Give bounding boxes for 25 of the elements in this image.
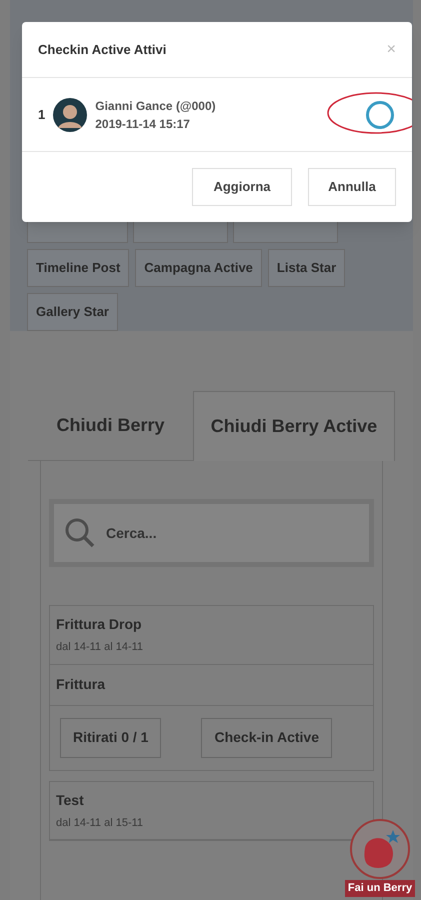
search-field[interactable]: Cerca... [106, 522, 306, 544]
tab[interactable]: Chiudi Berry Active [193, 391, 395, 461]
menu-button[interactable]: Lista Star [268, 249, 346, 287]
fab-button[interactable]: Fai un Berry [346, 818, 414, 896]
dialog-button[interactable]: Annulla [308, 168, 396, 206]
menu-button[interactable]: Gallery Star [27, 293, 118, 331]
menu-button[interactable]: Campagna Active [135, 249, 262, 287]
search-icon [64, 517, 96, 549]
checkin-time: 2019-11-14 15:17 [95, 116, 191, 132]
action-button[interactable]: Ritirati 0 / 1 [60, 718, 162, 758]
action-button[interactable]: Check-in Active [201, 718, 332, 758]
fab-label: Fai un Berry [344, 880, 416, 896]
dialog-button[interactable]: Aggiorna [192, 168, 292, 206]
dialog-title: Checkin Active Attivi [38, 40, 166, 59]
user-name: Gianni Gance (@000) [95, 98, 216, 114]
menu-button[interactable]: Timeline Post [27, 249, 130, 287]
radio-button[interactable] [366, 100, 394, 128]
event-dates: dal 14-11 al 14-11 [56, 640, 144, 655]
close-button[interactable]: × [386, 38, 396, 62]
product-name: Frittura [56, 676, 105, 692]
event-dates: dal 14-11 al 15-11 [56, 816, 144, 830]
avatar [53, 98, 88, 132]
event-title: Test [56, 790, 85, 810]
row-number: 1 [38, 106, 46, 124]
event-title: Frittura Drop [56, 615, 143, 634]
